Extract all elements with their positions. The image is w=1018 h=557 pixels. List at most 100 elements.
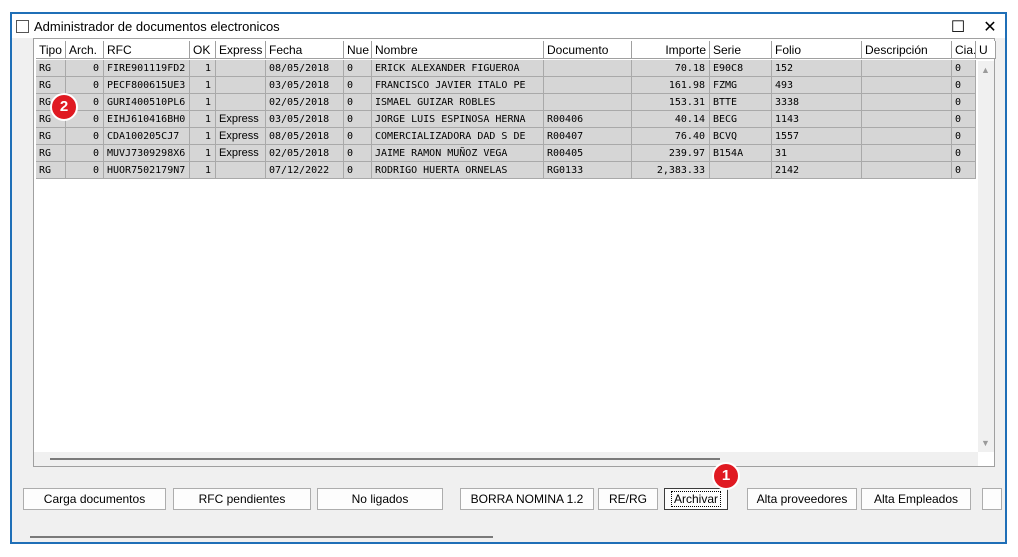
table-cell[interactable]: R00407 (544, 128, 632, 145)
table-cell[interactable]: 1 (190, 60, 216, 77)
table-cell[interactable]: 0 (66, 128, 104, 145)
table-cell[interactable]: 40.14 (632, 111, 710, 128)
column-header[interactable]: Folio (772, 41, 862, 59)
table-cell[interactable]: 1143 (772, 111, 862, 128)
scroll-up-icon[interactable]: ▲ (981, 65, 990, 75)
table-cell[interactable]: 0 (66, 60, 104, 77)
table-cell[interactable]: 1 (190, 128, 216, 145)
table-cell[interactable]: 31 (772, 145, 862, 162)
table-cell[interactable]: 1557 (772, 128, 862, 145)
table-row[interactable]: RG 0 HUOR7502179N7 1 07/12/2022 0 RODRIGO HUER… (36, 162, 976, 179)
horizontal-scroll-thumb[interactable] (50, 458, 720, 460)
extra-button[interactable] (982, 488, 1002, 510)
table-cell[interactable]: 0 (952, 111, 976, 128)
table-cell[interactable]: 03/05/2018 (266, 77, 344, 94)
table-cell[interactable]: 3338 (772, 94, 862, 111)
table-cell[interactable]: 0 (952, 162, 976, 179)
table-cell[interactable]: RG (36, 162, 66, 179)
table-cell[interactable]: E90C8 (710, 60, 772, 77)
table-cell[interactable]: EIHJ610416BH0 (104, 111, 190, 128)
table-cell[interactable]: 0 (952, 77, 976, 94)
column-header[interactable]: Importe (632, 41, 710, 59)
rfc-pendientes-button[interactable]: RFC pendientes (173, 488, 311, 510)
table-cell[interactable]: 0 (66, 145, 104, 162)
table-cell[interactable]: 0 (66, 77, 104, 94)
table-cell[interactable]: 08/05/2018 (266, 128, 344, 145)
table-row[interactable]: RG 0 GURI400510PL6 1 02/05/2018 0 ISMAEL GUIZA… (36, 94, 976, 111)
table-cell[interactable]: RG (36, 128, 66, 145)
column-header[interactable]: Nombre (372, 41, 544, 59)
table-cell[interactable]: 0 (344, 162, 372, 179)
horizontal-scrollbar[interactable] (34, 452, 978, 466)
alta-empleados-button[interactable]: Alta Empleados (861, 488, 971, 510)
table-cell[interactable]: Express (216, 145, 266, 162)
table-cell[interactable]: 0 (952, 94, 976, 111)
table-cell[interactable]: JORGE LUIS ESPINOSA HERNA (372, 111, 544, 128)
table-cell[interactable]: FRANCISCO JAVIER ITALO PE (372, 77, 544, 94)
table-cell[interactable]: GURI400510PL6 (104, 94, 190, 111)
table-row[interactable]: RG 0 EIHJ610416BH0 1 Express 03/05/2018 0 JORGE… (36, 111, 976, 128)
table-cell[interactable]: ERICK ALEXANDER FIGUEROA (372, 60, 544, 77)
table-cell[interactable] (216, 94, 266, 111)
table-cell[interactable] (862, 94, 952, 111)
table-cell[interactable] (862, 145, 952, 162)
table-cell[interactable] (216, 60, 266, 77)
table-cell[interactable]: 0 (344, 128, 372, 145)
window-scroll-thumb[interactable] (30, 536, 493, 538)
table-cell[interactable]: 161.98 (632, 77, 710, 94)
table-cell[interactable] (862, 111, 952, 128)
vertical-scrollbar[interactable]: ▲ ▼ (978, 61, 994, 452)
maximize-icon[interactable]: ☐ (948, 17, 968, 37)
table-cell[interactable]: 07/12/2022 (266, 162, 344, 179)
table-cell[interactable]: 02/05/2018 (266, 145, 344, 162)
archivar-button[interactable]: Archivar (664, 488, 728, 510)
table-cell[interactable]: PECF800615UE3 (104, 77, 190, 94)
borra-nomina-button[interactable]: BORRA NOMINA 1.2 (460, 488, 594, 510)
alta-proveedores-button[interactable]: Alta proveedores (747, 488, 857, 510)
table-cell[interactable]: 0 (952, 145, 976, 162)
table-cell[interactable] (862, 60, 952, 77)
table-cell[interactable]: 0 (344, 60, 372, 77)
table-cell[interactable]: FZMG (710, 77, 772, 94)
column-header[interactable]: Arch. (66, 41, 104, 59)
column-header[interactable]: Documento (544, 41, 632, 59)
table-cell[interactable]: ISMAEL GUIZAR ROBLES (372, 94, 544, 111)
table-cell[interactable]: R00406 (544, 111, 632, 128)
table-cell[interactable]: 152 (772, 60, 862, 77)
no-ligados-button[interactable]: No ligados (317, 488, 443, 510)
table-cell[interactable]: 76.40 (632, 128, 710, 145)
table-cell[interactable] (710, 162, 772, 179)
table-cell[interactable] (544, 77, 632, 94)
table-cell[interactable]: RG (36, 77, 66, 94)
column-header[interactable]: Serie (710, 41, 772, 59)
table-row[interactable]: RG 0 CDA100205CJ7 1 Express 08/05/2018 0 COMERC… (36, 128, 976, 145)
table-row[interactable]: RG 0 PECF800615UE3 1 03/05/2018 0 FRANCISCO JA… (36, 77, 976, 94)
table-cell[interactable]: 153.31 (632, 94, 710, 111)
table-cell[interactable]: CDA100205CJ7 (104, 128, 190, 145)
table-cell[interactable] (216, 162, 266, 179)
column-header[interactable]: Descripción (862, 41, 952, 59)
close-icon[interactable]: ✕ (980, 17, 1000, 37)
table-cell[interactable]: 2,383.33 (632, 162, 710, 179)
table-cell[interactable]: 02/05/2018 (266, 94, 344, 111)
table-cell[interactable] (544, 94, 632, 111)
documents-grid[interactable]: Tipo Arch. RFC OK Express Fecha Nue Nombre Docum… (33, 38, 996, 467)
table-cell[interactable]: 1 (190, 77, 216, 94)
table-cell[interactable]: BTTE (710, 94, 772, 111)
table-cell[interactable]: 0 (952, 60, 976, 77)
table-cell[interactable]: 1 (190, 145, 216, 162)
column-header[interactable]: Cia. (952, 41, 976, 59)
table-cell[interactable]: 1 (190, 162, 216, 179)
table-cell[interactable]: BECG (710, 111, 772, 128)
table-cell[interactable]: 2142 (772, 162, 862, 179)
table-cell[interactable]: FIRE901119FD2 (104, 60, 190, 77)
table-cell[interactable] (862, 128, 952, 145)
carga-documentos-button[interactable]: Carga documentos (23, 488, 166, 510)
column-header[interactable]: U (976, 41, 996, 59)
table-cell[interactable]: 239.97 (632, 145, 710, 162)
table-cell[interactable]: 0 (344, 94, 372, 111)
table-cell[interactable]: 0 (344, 111, 372, 128)
column-header[interactable]: OK (190, 41, 216, 59)
table-cell[interactable] (216, 77, 266, 94)
column-header[interactable]: Tipo (36, 41, 66, 59)
